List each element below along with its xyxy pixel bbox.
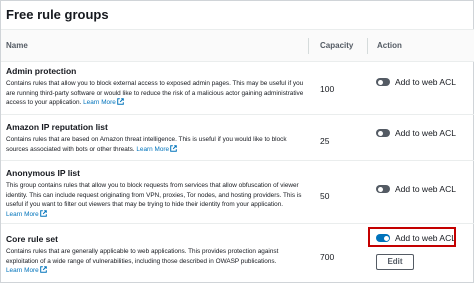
toggle-knob <box>377 186 383 192</box>
rule-description-text: This group contains rules that allow you… <box>6 182 302 209</box>
learn-more-label: Learn More <box>136 145 170 153</box>
toggle-label: Add to web ACL <box>395 184 456 194</box>
rule-description: Contains rules that are generally applic… <box>6 247 306 276</box>
column-header-action[interactable]: Action <box>377 41 402 50</box>
rule-description-text: Contains rules that allow you to block e… <box>6 80 304 107</box>
toggle-switch[interactable] <box>376 129 390 137</box>
learn-more-link[interactable]: Learn More <box>83 98 124 107</box>
column-header-name[interactable]: Name <box>6 41 28 50</box>
external-link-icon <box>39 266 47 273</box>
rule-capacity: 50 <box>320 191 330 201</box>
table-row-amazon-ip-reputation-list: Amazon IP reputation list Contains rules… <box>1 116 474 161</box>
highlight-box <box>368 227 456 247</box>
rule-description-text: Contains rules that are generally applic… <box>6 248 279 265</box>
rule-name: Anonymous IP list <box>6 168 80 178</box>
rule-description: This group contains rules that allow you… <box>6 181 306 219</box>
rule-description: Contains rules that are based on Amazon … <box>6 135 306 154</box>
rule-capacity: 700 <box>320 252 335 262</box>
external-link-icon <box>39 209 47 217</box>
toggle-label: Add to web ACL <box>395 128 456 138</box>
column-divider <box>308 38 309 54</box>
external-link-icon <box>170 144 177 152</box>
rule-name: Admin protection <box>6 66 77 76</box>
toggle-knob <box>377 79 383 85</box>
toggle-label: Add to web ACL <box>395 77 456 87</box>
learn-more-link[interactable]: Learn More <box>6 266 47 275</box>
add-to-web-acl-toggle[interactable]: Add to web ACL <box>376 184 456 194</box>
learn-more-label: Learn More <box>6 267 39 275</box>
rule-name: Core rule set <box>6 234 58 244</box>
rule-groups-panel: Free rule groups Name Capacity Action Ad… <box>0 0 474 283</box>
column-header-capacity[interactable]: Capacity <box>320 41 353 50</box>
toggle-switch[interactable] <box>376 78 390 86</box>
add-to-web-acl-toggle[interactable]: Add to web ACL <box>376 77 456 87</box>
external-link-icon <box>116 98 124 105</box>
panel-title: Free rule groups <box>6 7 109 22</box>
learn-more-label: Learn More <box>6 210 39 218</box>
table-row-anonymous-ip-list: Anonymous IP list This group contains ru… <box>1 162 474 224</box>
learn-more-link[interactable]: Learn More <box>136 144 177 153</box>
edit-button[interactable]: Edit <box>376 254 414 270</box>
rule-name: Amazon IP reputation list <box>6 122 108 132</box>
column-divider <box>367 38 368 54</box>
add-to-web-acl-toggle[interactable]: Add to web ACL <box>376 128 456 138</box>
rule-capacity: 100 <box>320 84 335 94</box>
learn-more-label: Learn More <box>83 99 116 107</box>
table-row-admin-protection: Admin protection Contains rules that all… <box>1 63 474 115</box>
rule-description: Contains rules that allow you to block e… <box>6 79 306 108</box>
learn-more-link[interactable]: Learn More <box>6 209 47 218</box>
toggle-switch[interactable] <box>376 185 390 193</box>
toggle-knob <box>377 130 383 136</box>
rule-capacity: 25 <box>320 136 330 146</box>
table-header: Name Capacity Action <box>1 30 474 62</box>
